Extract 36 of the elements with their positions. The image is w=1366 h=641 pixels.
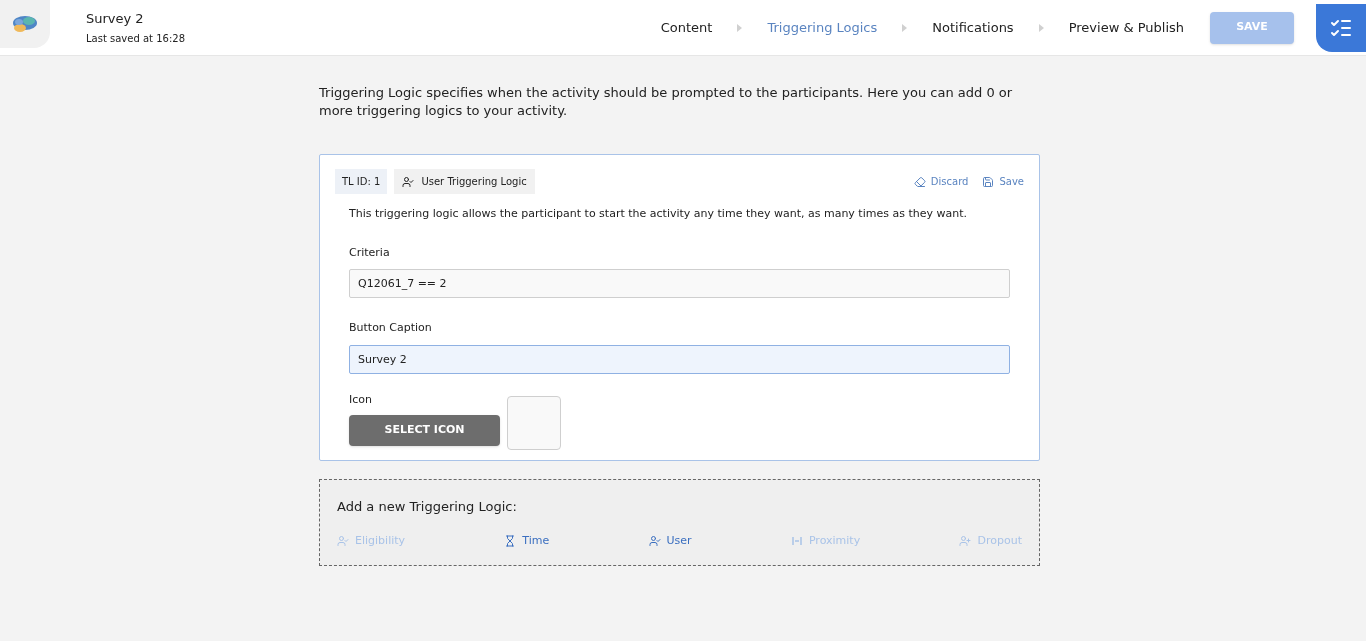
hourglass-icon: [504, 534, 517, 547]
user-check-icon: [402, 175, 415, 188]
description-text: This triggering logic allows the participant to start the activity any time they want, as many times as they want.: [349, 206, 968, 222]
separator-icon: [902, 23, 908, 32]
save-icon: [982, 175, 995, 188]
type-badge: User Triggering Logic: [394, 169, 535, 194]
step-tab[interactable]: Notifications: [932, 17, 1014, 38]
input-field[interactable]: Survey 2: [349, 344, 1010, 374]
separator-icon: [1038, 23, 1044, 32]
add-logic-title: Add a new Triggering Logic:: [337, 498, 518, 516]
field-label: Icon: [349, 391, 373, 408]
logic-type-option[interactable]: Time: [504, 532, 550, 549]
save-link[interactable]: Save: [982, 174, 1024, 189]
logo-tile[interactable]: [0, 0, 50, 48]
icon-preview: [507, 396, 561, 450]
field-label: Criteria: [349, 244, 391, 261]
intro-text: Triggering Logic specifies when the activity should be prompted to the participants. Here you can add 0 or more triggering logics to your activity.: [319, 84, 1014, 120]
select-icon-button[interactable]: SELECT ICON: [349, 415, 500, 446]
last-saved-text: Last saved at 16:28: [86, 32, 185, 47]
eraser-icon: [913, 175, 926, 188]
field-label: Button Caption: [349, 320, 433, 336]
logic-type-option[interactable]: User: [648, 532, 692, 549]
separator-icon: [737, 23, 743, 32]
id-badge: TL ID: 1: [335, 169, 388, 194]
proximity-icon: [790, 534, 803, 547]
logo-icon: [11, 14, 39, 34]
step-tab[interactable]: Content: [660, 17, 713, 38]
step-tab[interactable]: Triggering Logics: [767, 17, 878, 38]
user-check-icon: [337, 534, 349, 547]
checklist-button[interactable]: [1316, 3, 1366, 52]
survey-title: Survey 2: [86, 9, 145, 28]
discard-link[interactable]: Discard: [913, 174, 969, 189]
user-plus-icon: [959, 534, 972, 547]
user-check-icon: [648, 534, 661, 547]
step-tab[interactable]: Preview & Publish: [1068, 17, 1184, 38]
input-field[interactable]: Q12061_7 == 2: [349, 269, 1010, 298]
